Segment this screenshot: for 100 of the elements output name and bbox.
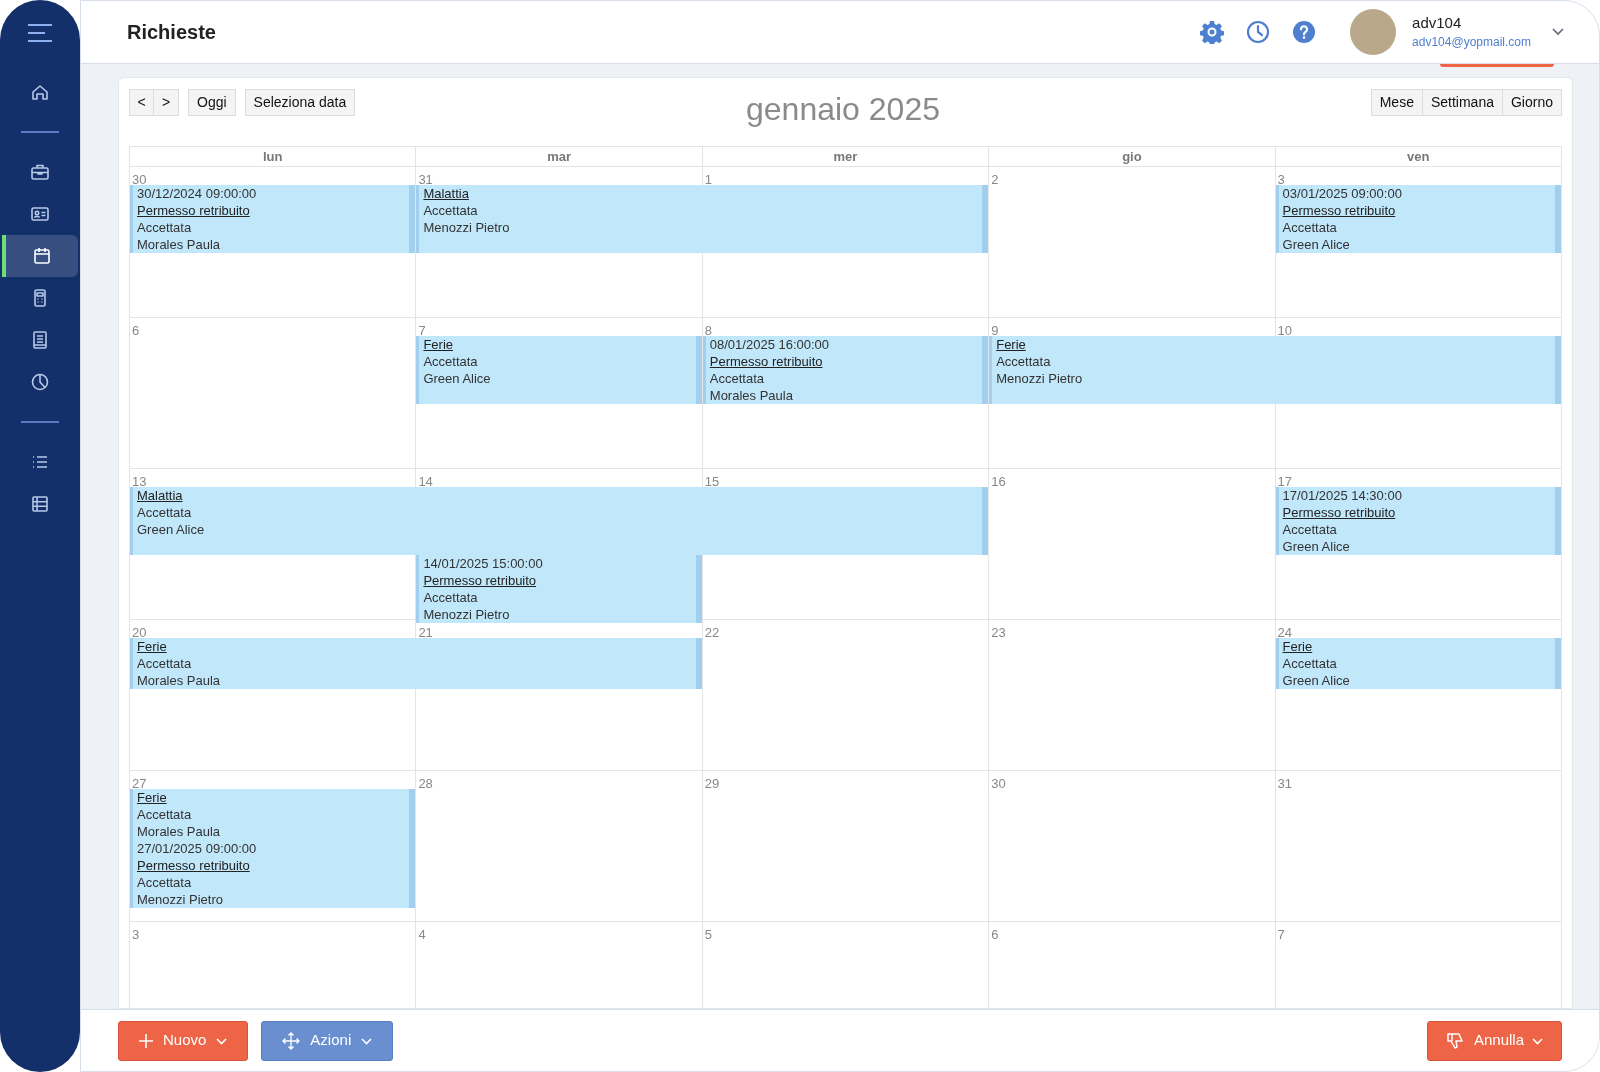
day-number: 28: [418, 776, 433, 791]
user-email: adv104@yopmail.com: [1412, 34, 1531, 51]
event-time: 27/01/2025 09:00:00: [137, 840, 257, 857]
event-block[interactable]: 17/01/2025 14:30:00 Permesso retribuito Accettata Green Alice: [1275, 487, 1561, 555]
briefcase-icon: [30, 162, 50, 182]
event-person: Green Alice: [1282, 236, 1350, 253]
event-block[interactable]: Ferie Accettata Green Alice: [1275, 638, 1561, 689]
event-status: Accettata: [423, 202, 478, 219]
event-status: Accettata: [709, 370, 764, 387]
thumbs-down-icon: [1445, 1030, 1466, 1051]
document-icon: [30, 330, 50, 350]
weekday-label: gio: [1122, 148, 1142, 166]
event-status: Accettata: [996, 353, 1051, 370]
previous-button[interactable]: <: [129, 89, 154, 116]
event-type-link[interactable]: Malattia: [137, 487, 183, 504]
event-type-link[interactable]: Permesso retribuito: [137, 857, 250, 874]
event-type-link[interactable]: Ferie: [996, 336, 1026, 353]
weekday-label: ven: [1407, 148, 1430, 166]
view-tab[interactable]: Settimana: [1422, 89, 1503, 116]
day-number: 7: [418, 323, 426, 338]
today-button[interactable]: Oggi: [188, 89, 236, 116]
plus-icon: [139, 1033, 153, 1048]
day-number: 10: [1277, 323, 1293, 338]
day-number: 2: [991, 172, 999, 187]
event-block[interactable]: Ferie Accettata Green Alice: [416, 336, 702, 404]
settings-icon[interactable]: [1200, 20, 1225, 44]
user-name: adv104: [1412, 13, 1463, 33]
event-block[interactable]: Ferie Accettata Menozzi Pietro: [989, 336, 1561, 404]
event-person: Morales Paula: [709, 387, 793, 404]
day-number: 22: [704, 625, 720, 640]
event-person: Green Alice: [1282, 672, 1350, 689]
event-person: Morales Paula: [137, 823, 221, 840]
event-block[interactable]: 30/12/2024 09:00:00 Permesso retribuito Accettata Morales Paula: [130, 185, 416, 253]
day-number: 29: [704, 776, 720, 791]
event-type-link[interactable]: Permesso retribuito: [709, 353, 823, 370]
id-card-icon: [30, 204, 50, 224]
view-tab[interactable]: Giorno: [1502, 89, 1562, 116]
event-block[interactable]: 08/01/2025 16:00:00 Permesso retribuito Accettata Morales Paula: [702, 336, 989, 404]
day-number: 14: [418, 474, 433, 489]
event-person: Green Alice: [1282, 538, 1350, 555]
event-status: Accettata: [423, 353, 478, 370]
event-block[interactable]: Malattia Accettata Menozzi Pietro: [416, 185, 989, 253]
caret-icon: [216, 1036, 228, 1045]
event-person: Green Alice: [137, 521, 205, 538]
clock-icon[interactable]: [1246, 20, 1271, 44]
day-number: 17: [1277, 474, 1293, 489]
event-type-link[interactable]: Malattia: [423, 185, 469, 202]
event-block[interactable]: 27/01/2025 09:00:00 Permesso retribuito Accettata Menozzi Pietro: [130, 840, 416, 908]
event-status: Accettata: [137, 806, 192, 823]
event-status: Accettata: [137, 655, 192, 672]
event-type-link[interactable]: Ferie: [137, 789, 167, 806]
day-number: 24: [1277, 625, 1293, 640]
caret-icon: [1532, 1036, 1543, 1045]
day-number: 6: [132, 323, 140, 338]
sidebar-item[interactable]: [2, 235, 78, 277]
event-person: Morales Paula: [137, 672, 221, 689]
event-person: Menozzi Pietro: [137, 891, 223, 908]
menu-icon[interactable]: [27, 24, 53, 42]
event-status: Accettata: [1282, 521, 1337, 538]
next-button[interactable]: >: [154, 89, 179, 116]
weekday-label: lun: [262, 148, 283, 166]
event-block[interactable]: 14/01/2025 15:00:00 Permesso retribuito Accettata Menozzi Pietro: [416, 555, 702, 623]
select-date-button[interactable]: Seleziona data: [244, 89, 356, 116]
event-block[interactable]: Malattia Accettata Green Alice: [130, 487, 989, 555]
event-person: Menozzi Pietro: [423, 219, 510, 236]
event-type-link[interactable]: Permesso retribuito: [137, 202, 250, 219]
day-number: 31: [418, 172, 433, 187]
chevron-down-icon[interactable]: [1551, 27, 1565, 37]
day-number: 13: [132, 474, 147, 489]
event-block[interactable]: Ferie Accettata Morales Paula: [130, 638, 702, 689]
page-title: Richieste: [127, 20, 216, 45]
event-type-link[interactable]: Ferie: [423, 336, 453, 353]
event-type-link[interactable]: Permesso retribuito: [1282, 504, 1396, 521]
weekday-label: mar: [547, 148, 571, 166]
event-type-link[interactable]: Permesso retribuito: [1282, 202, 1396, 219]
event-block[interactable]: 03/01/2025 09:00:00 Permesso retribuito Accettata Green Alice: [1275, 185, 1561, 253]
day-number: 6: [991, 927, 999, 942]
event-type-link[interactable]: Ferie: [137, 638, 167, 655]
event-status: Accettata: [137, 504, 192, 521]
event-time: 03/01/2025 09:00:00: [1282, 185, 1402, 202]
event-time: 17/01/2025 14:30:00: [1282, 487, 1402, 504]
move-arrows-icon: [282, 1031, 301, 1050]
month-title: gennaio 2025: [746, 90, 940, 128]
day-number: 30: [991, 776, 1006, 791]
caret-icon: [361, 1036, 373, 1045]
calendar-icon: [32, 246, 52, 266]
day-number: 3: [132, 927, 140, 942]
event-block[interactable]: Ferie Accettata Morales Paula: [130, 789, 416, 840]
day-number: 7: [1277, 927, 1285, 942]
event-person: Green Alice: [423, 370, 491, 387]
event-time: 08/01/2025 16:00:00: [709, 336, 830, 353]
event-type-link[interactable]: Ferie: [1282, 638, 1313, 655]
event-time: 14/01/2025 15:00:00: [423, 555, 543, 572]
day-number: 1: [704, 172, 713, 187]
day-number: 4: [418, 927, 426, 942]
day-number: 23: [991, 625, 1006, 640]
view-tab[interactable]: Mese: [1370, 89, 1423, 116]
day-number: 15: [704, 474, 720, 489]
help-icon[interactable]: [1292, 20, 1317, 44]
event-type-link[interactable]: Permesso retribuito: [423, 572, 537, 589]
